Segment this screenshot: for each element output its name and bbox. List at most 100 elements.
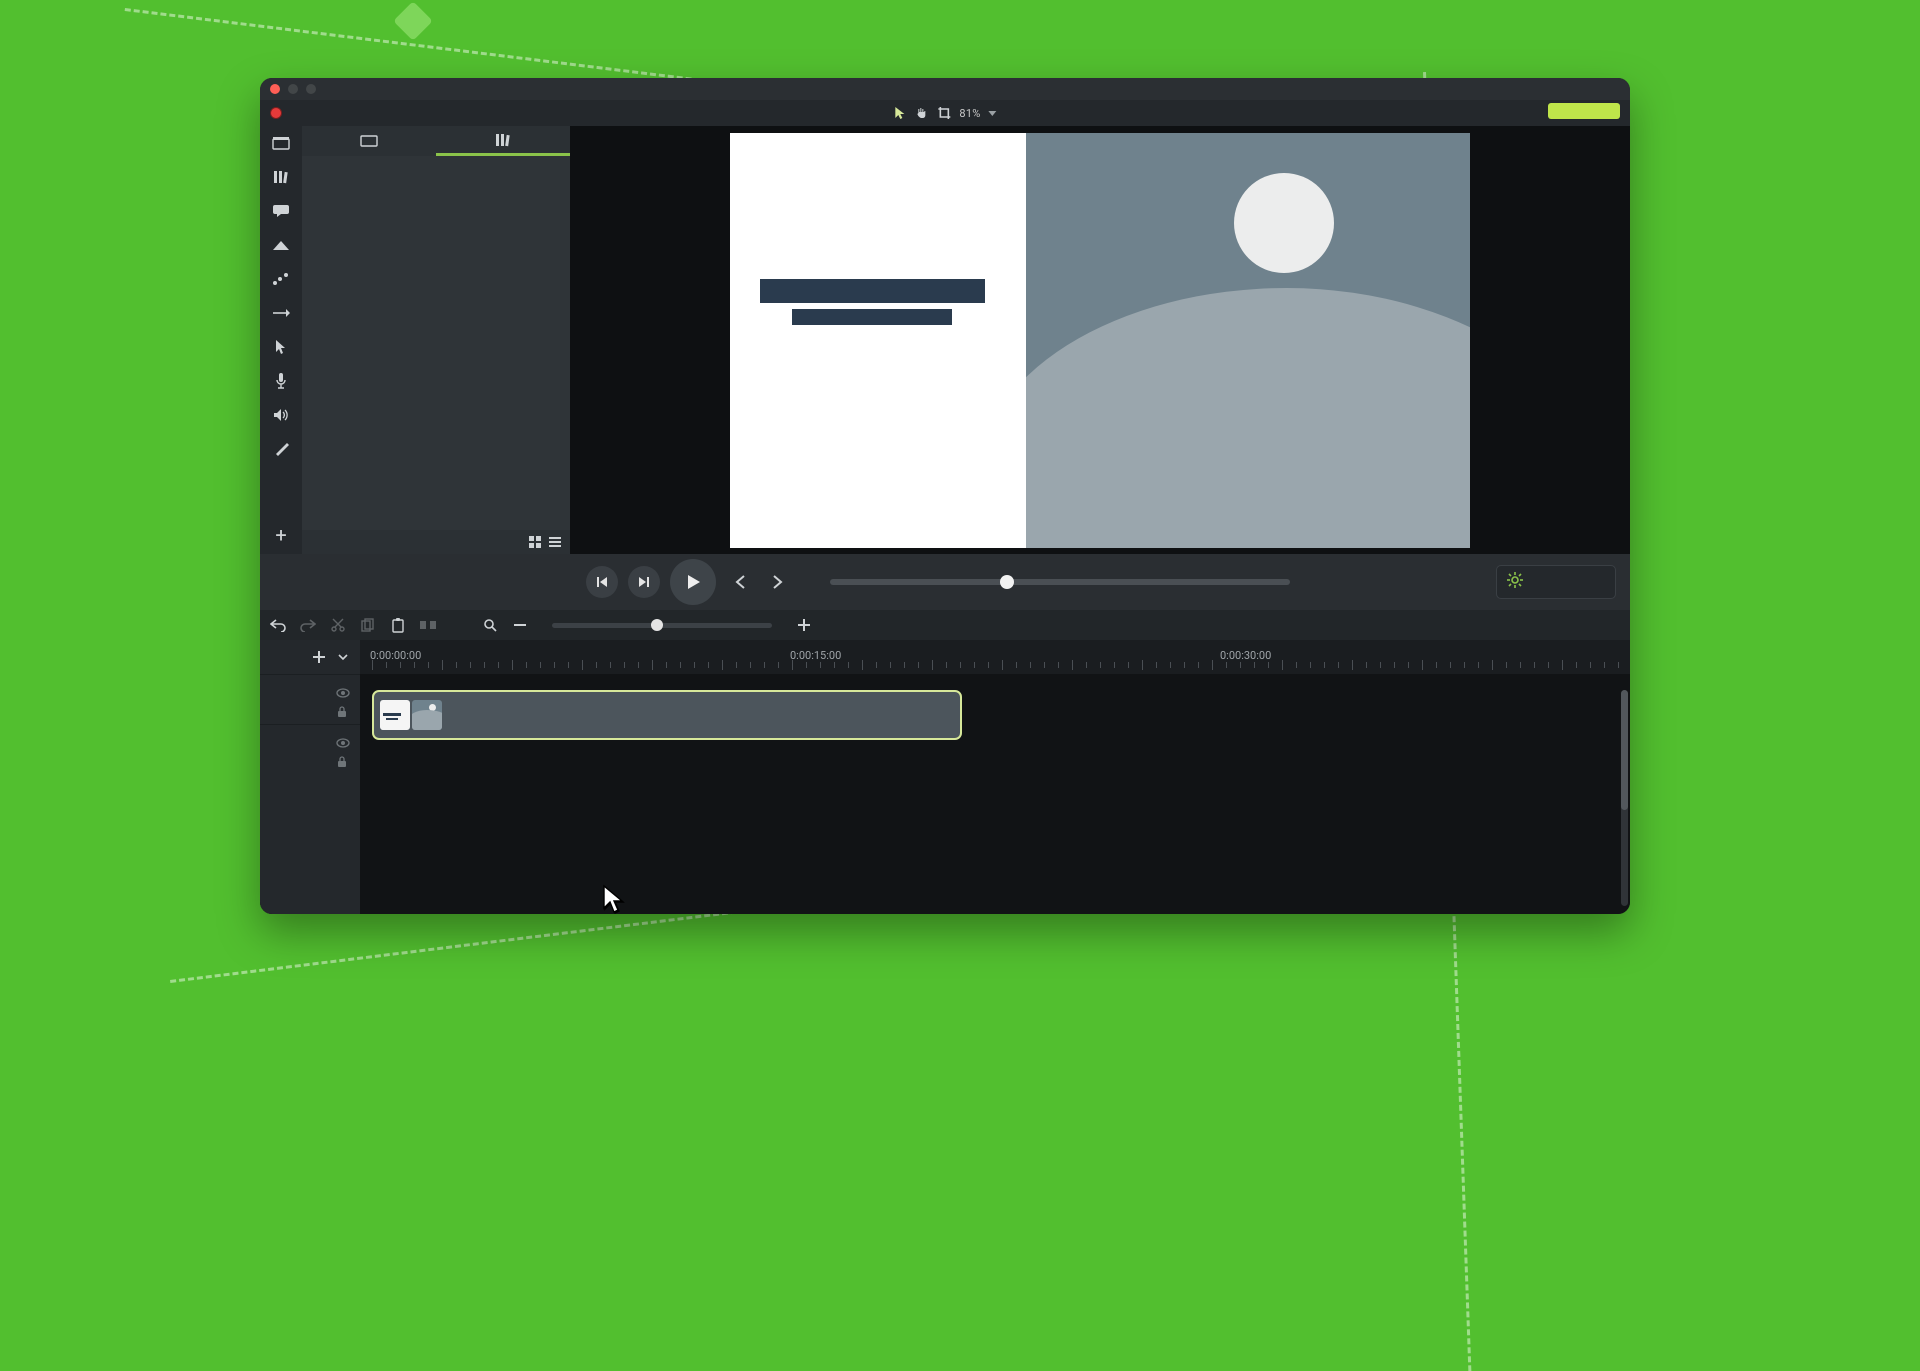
crop-tool-icon[interactable] [937,106,951,120]
play-button[interactable] [670,559,716,605]
next-marker-button[interactable] [764,568,792,596]
track-options-button[interactable] [336,650,350,664]
window-zoom-button[interactable] [306,84,316,94]
ruler-tick [1156,662,1157,668]
zoom-dropdown-icon[interactable] [989,111,997,116]
select-tool-icon[interactable] [893,106,907,120]
ruler-tick [512,660,513,670]
track-controls [260,640,360,674]
ruler-tick [526,662,527,668]
ruler-tick [1100,662,1101,668]
panel-tab-media[interactable] [302,126,436,156]
app-window: 81% [260,78,1630,914]
ruler-tick [1604,662,1605,668]
sidebar-cursor-effects-icon[interactable] [270,336,292,358]
gear-icon [1507,572,1523,592]
split-button [420,617,436,633]
sidebar-behaviors-icon[interactable] [270,268,292,290]
media-clip[interactable] [372,690,962,740]
track-1-header[interactable] [260,674,360,724]
ruler-tick [708,662,709,668]
sidebar-annotations-icon[interactable] [270,200,292,222]
ruler-tick [1464,662,1465,668]
ruler-tick [1170,662,1171,668]
sidebar-animations-icon[interactable] [270,302,292,324]
track-row-1[interactable] [360,690,1630,744]
timeline-ruler[interactable]: 0:00:00:00 0:00:15:00 0:00:30:00 [360,640,1630,674]
playback-scrubber[interactable] [830,579,1290,585]
window-close-button[interactable] [270,84,280,94]
zoom-search-icon[interactable] [482,617,498,633]
sidebar-add-button[interactable]: + [270,524,292,546]
ruler-tick [666,662,667,668]
timeline-zoom-slider[interactable] [552,623,772,628]
panel-body [302,156,570,530]
ruler-tick [974,662,975,668]
media-panel [302,126,570,554]
ruler-tick [596,662,597,668]
sidebar-transitions-icon[interactable] [270,234,292,256]
ruler-tick [932,660,933,670]
zoom-out-button[interactable] [512,617,528,633]
timeline-scrollbar[interactable] [1621,690,1628,906]
canvas-zoom-label: 81% [959,107,980,120]
decor-diamond [393,1,433,41]
ruler-tick [1296,662,1297,668]
subtitle-placeholder-bar [792,309,952,325]
ruler-tick [1282,660,1283,670]
step-forward-button[interactable] [628,566,660,598]
sidebar-visual-effects-icon[interactable] [270,438,292,460]
ruler-tick [428,662,429,668]
track-visibility-icon[interactable] [336,683,350,697]
tracks-container [360,674,1630,914]
panel-grid-view-icon[interactable] [528,535,542,549]
clip-thumb-image [412,700,442,730]
track-row-2[interactable] [360,768,1630,822]
mouse-cursor-icon [602,884,626,914]
previous-marker-button[interactable] [726,568,754,596]
playhead-thumb[interactable] [1000,575,1014,589]
ruler-tick [750,662,751,668]
main-area: + [260,126,1630,554]
sidebar-audio-effects-icon[interactable] [270,404,292,426]
paste-button[interactable] [390,617,406,633]
canvas-title-slide [730,133,1026,548]
ruler-tick [1352,660,1353,670]
track-visibility-icon[interactable] [336,733,350,747]
ruler-tick [582,660,583,670]
pan-tool-icon[interactable] [915,106,929,120]
step-back-button[interactable] [586,566,618,598]
ruler-tick [890,662,891,668]
ruler-tick [1142,660,1143,670]
ruler-tick [1184,662,1185,668]
add-track-button[interactable] [312,650,326,664]
ruler-tick [1478,662,1479,668]
undo-button[interactable] [270,617,286,633]
tracks-area: 0:00:00:00 0:00:15:00 0:00:30:00 [360,640,1630,914]
sidebar-library-icon[interactable] [270,166,292,188]
canvas-area [570,126,1630,554]
share-button[interactable] [1548,103,1620,119]
panel-tab-library[interactable] [436,126,570,156]
ruler-label: 0:00:30:00 [1220,649,1271,662]
zoom-in-button[interactable] [796,617,812,633]
ruler-tick [1436,662,1437,668]
preview-canvas[interactable] [730,133,1470,548]
canvas-image-slide [1026,133,1470,548]
record-button[interactable] [270,107,282,119]
ruler-tick [1016,662,1017,668]
ruler-tick [638,662,639,668]
scrollbar-thumb[interactable] [1621,690,1628,810]
ruler-tick [1002,660,1003,670]
zoom-slider-thumb[interactable] [651,619,663,631]
ruler-tick [778,662,779,668]
track-lock-icon[interactable] [336,703,350,717]
sidebar-voice-icon[interactable] [270,370,292,392]
panel-list-view-icon[interactable] [548,535,562,549]
ruler-tick [1128,662,1129,668]
window-minimize-button[interactable] [288,84,298,94]
track-lock-icon[interactable] [336,753,350,767]
properties-button[interactable] [1496,565,1616,599]
sidebar-media-bin-icon[interactable] [270,132,292,154]
track-2-header[interactable] [260,724,360,774]
